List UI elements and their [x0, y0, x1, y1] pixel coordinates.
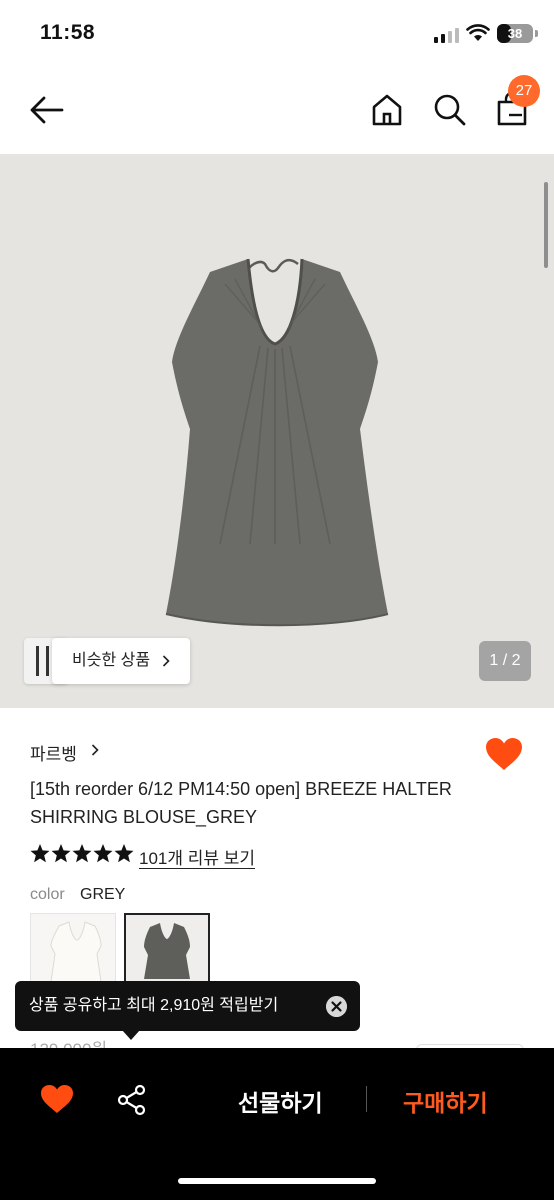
swatch-photo: [144, 923, 190, 979]
back-arrow-icon[interactable]: [26, 90, 66, 130]
chevron-right-icon: [162, 655, 170, 667]
color-label: color: [30, 886, 65, 903]
status-time: 11:58: [40, 21, 96, 44]
divider: [366, 1086, 367, 1112]
scrollbar[interactable]: [544, 182, 548, 268]
home-indicator: [178, 1178, 376, 1184]
brand-link[interactable]: 파르벵: [30, 740, 77, 765]
product-title: [15th reorder 6/12 PM14:50 open] BREEZE …: [30, 779, 452, 827]
top-nav: [0, 68, 554, 154]
wishlist-heart-icon[interactable]: [485, 737, 523, 771]
similar-products-label: 비슷한 상품: [72, 652, 151, 669]
product-photo: [165, 258, 389, 627]
product-image-gallery[interactable]: 비슷한 상품 1 / 2: [0, 154, 554, 708]
image-page-indicator: 1 / 2: [479, 641, 531, 681]
reviews-link[interactable]: 101개 리뷰 보기: [139, 844, 255, 869]
status-bar: 11:58 38: [0, 0, 554, 68]
tooltip-text: 상품 공유하고 최대 2,910원 적립받기: [29, 997, 279, 1014]
chevron-right-icon: [91, 744, 99, 756]
wishlist-heart-icon[interactable]: [40, 1084, 74, 1114]
color-swatch-grey[interactable]: [124, 913, 210, 983]
home-icon[interactable]: [367, 90, 407, 130]
tooltip-arrow: [122, 1030, 140, 1040]
share-reward-tooltip: 상품 공유하고 최대 2,910원 적립받기: [15, 981, 360, 1031]
cart-count-badge: 27: [508, 75, 540, 107]
swatch-photo: [50, 921, 102, 982]
color-swatch-ivory[interactable]: [30, 913, 116, 983]
share-icon[interactable]: [116, 1084, 148, 1116]
gift-button[interactable]: 선물하기: [238, 1084, 323, 1118]
close-icon[interactable]: [326, 996, 347, 1017]
battery-percent: 38: [507, 26, 523, 41]
wifi-icon: [466, 24, 490, 41]
bottom-action-bar: 선물하기 구매하기: [0, 1048, 554, 1200]
buy-button[interactable]: 구매하기: [403, 1084, 488, 1118]
selected-color: GREY: [80, 886, 126, 903]
cellular-signal-icon: [434, 27, 460, 43]
rating-stars: [30, 844, 134, 863]
search-icon[interactable]: [430, 90, 470, 130]
battery-cap: [535, 30, 538, 37]
similar-products-button[interactable]: 비슷한 상품: [52, 638, 190, 684]
battery-icon: 38: [497, 24, 533, 43]
